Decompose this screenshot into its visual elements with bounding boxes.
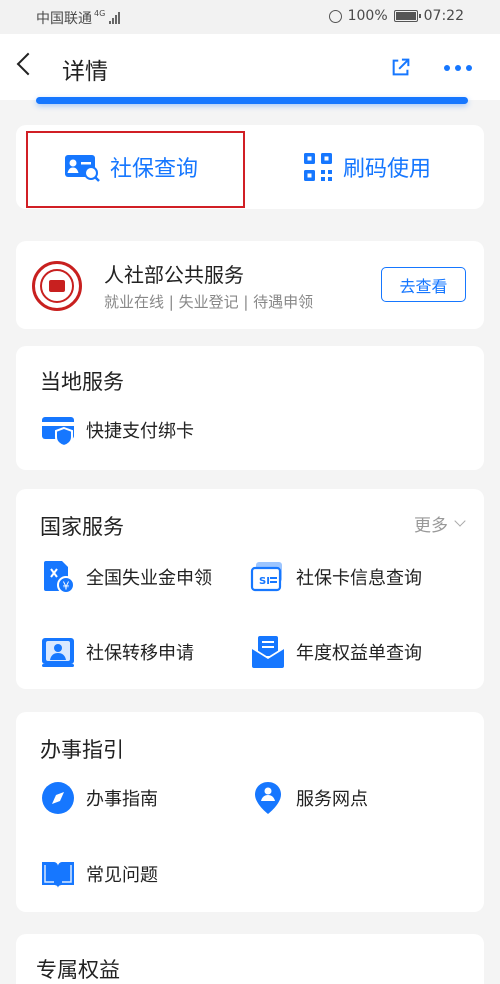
section-title: 专属权益: [36, 958, 120, 982]
location-person-icon: [255, 782, 281, 814]
service-item-label: 全国失业金申领: [86, 568, 212, 589]
service-item-label: 服务网点: [296, 789, 368, 810]
banner-edge: [36, 97, 468, 104]
unemployment-benefit-item[interactable]: ¥ 全国失业金申领: [40, 559, 212, 595]
card-shield-icon: [42, 417, 74, 448]
status-bar: 中国联通 4G 100% 07:22: [0, 0, 500, 34]
service-item-label: 办事指南: [86, 789, 158, 810]
guide-card: 办事指引 办事指南 服务网点 常见问题: [16, 712, 484, 912]
faq-item[interactable]: 常见问题: [40, 856, 158, 892]
clock: 07:22: [423, 8, 464, 24]
service-title: 人社部公共服务: [104, 263, 244, 287]
annual-statement-icon: [251, 636, 285, 668]
carrier-name: 中国联通: [36, 11, 92, 27]
book-icon: [42, 862, 74, 888]
unemployment-benefit-icon: ¥: [44, 561, 75, 594]
signal-icon: [109, 12, 121, 24]
svg-text:SI: SI: [259, 576, 270, 587]
alarm-icon: [328, 9, 342, 23]
quick-action-label: 刷码使用: [343, 157, 432, 182]
transfer-person-icon: [42, 638, 74, 667]
annual-statement-query-item[interactable]: 年度权益单查询: [250, 634, 422, 670]
view-button[interactable]: 去查看: [381, 267, 466, 302]
more-link[interactable]: 更多: [414, 511, 466, 536]
compass-icon: [42, 782, 74, 814]
service-item-label: 快捷支付绑卡: [86, 421, 194, 442]
section-title: 当地服务: [40, 370, 124, 394]
local-services-card: 当地服务 快捷支付绑卡: [16, 346, 484, 470]
service-item-label: 社保转移申请: [86, 643, 194, 664]
si-card-icon: SI: [250, 562, 282, 592]
section-title: 办事指引: [40, 738, 124, 762]
page-title: 详情: [62, 59, 108, 85]
section-title: 国家服务: [40, 515, 124, 539]
service-subtitle: 就业在线 | 失业登记 | 待遇申领: [104, 293, 314, 311]
highlight-annotation-box: [26, 131, 245, 208]
si-transfer-application-item[interactable]: 社保转移申请: [40, 634, 194, 670]
service-item-label: 社保卡信息查询: [296, 568, 422, 589]
exclusive-benefits-card: 专属权益: [16, 934, 484, 984]
scan-code-use-button[interactable]: 刷码使用: [303, 125, 431, 209]
service-item-label: 常见问题: [86, 865, 158, 886]
share-icon[interactable]: [390, 56, 412, 78]
chevron-down-icon: [454, 515, 466, 527]
back-arrow-icon[interactable]: [16, 52, 40, 76]
ministry-seal-logo: [32, 261, 82, 311]
national-services-card: 国家服务 更多 ¥ 全国失业金申领 SI 社保卡信息查询 社保转移申请 年度权益…: [16, 489, 484, 689]
public-service-card: 人社部公共服务 就业在线 | 失业登记 | 待遇申领 去查看: [16, 241, 484, 329]
si-card-info-query-item[interactable]: SI 社保卡信息查询: [250, 559, 422, 595]
battery-icon: [393, 10, 421, 22]
qr-code-icon: [304, 153, 332, 181]
service-guide-item[interactable]: 办事指南: [40, 780, 158, 816]
network-type: 4G: [94, 8, 106, 18]
quick-pay-bind-card-item[interactable]: 快捷支付绑卡: [40, 412, 194, 448]
navigation-bar: 详情: [0, 34, 500, 100]
battery-percent: 100%: [347, 8, 388, 24]
more-label: 更多: [414, 516, 448, 536]
service-item-label: 年度权益单查询: [296, 643, 422, 664]
more-dots-icon[interactable]: [444, 65, 472, 71]
svg-text:¥: ¥: [63, 580, 70, 593]
service-outlets-item[interactable]: 服务网点: [250, 780, 368, 816]
